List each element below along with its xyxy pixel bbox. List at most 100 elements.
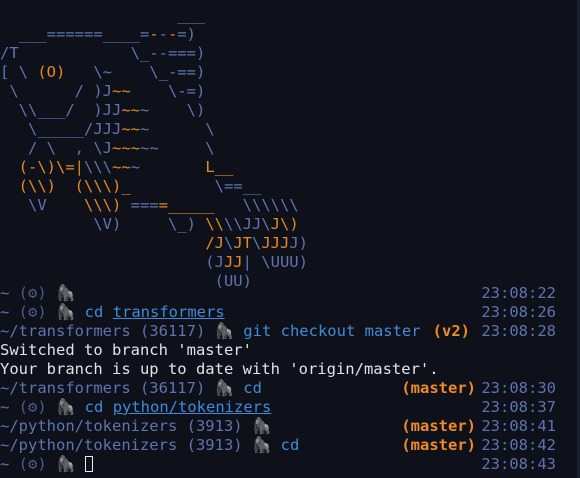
prompt-text — [271, 436, 280, 454]
home-icon: (⚙) — [18, 284, 47, 302]
prompt-text: ~ — [0, 398, 19, 416]
ascii-art-segment: J) — [289, 234, 309, 252]
prompt-text — [234, 379, 243, 397]
ascii-art-segment: \V) \_) — [0, 215, 206, 233]
ascii-art-segment: ~ \) — [140, 101, 206, 119]
ascii-art-banner: ___ ___======____=---=)/T \_--===)[ \ (O… — [0, 6, 308, 291]
ascii-art-segment: L__ — [205, 158, 234, 176]
ascii-art-segment: ~~~ — [111, 139, 140, 157]
prompt-bear-icon: 🦍 — [56, 398, 76, 416]
terminal-line: Switched to branch 'master' — [0, 341, 580, 360]
ascii-art-segment: ~ — [130, 158, 206, 176]
ascii-art-segment: - — [149, 25, 159, 43]
timestamp: 23:08:37 — [481, 398, 556, 416]
prompt-bear-icon: 🦍 — [251, 436, 272, 454]
ascii-art-segment: ~~ — [111, 82, 131, 100]
command-text: cd — [243, 379, 262, 397]
ascii-art-segment: \\\ — [84, 158, 112, 176]
prompt-text — [47, 455, 56, 473]
ascii-art-line: \V) \_) \\\\JJ\J\) — [0, 215, 308, 234]
ascii-art-segment: =_____ — [158, 196, 215, 214]
ascii-art-line: (\\) (\\\)_ \==__ — [0, 177, 308, 196]
ascii-art-line: (-\)\=|\\\~~~ L__ — [0, 158, 308, 177]
ascii-art-segment — [0, 177, 19, 195]
ascii-art-segment — [56, 177, 75, 195]
command-text: git checkout master — [243, 322, 421, 340]
command-text: cd — [84, 398, 104, 416]
ascii-art-line: /T \_--===) — [0, 44, 308, 63]
ascii-art-line: \_____/JJJ~~~ \ — [0, 120, 308, 139]
timestamp: 23:08:30 — [481, 379, 556, 397]
ascii-art-line: /J\JT\JJJJ) — [0, 234, 308, 253]
prompt-text: ~/python/tokenizers (3913) — [0, 417, 252, 435]
ascii-art-segment: \\JJ\ — [223, 215, 271, 233]
ascii-art-segment: / \ , \J — [0, 139, 112, 157]
ascii-art-segment: (J — [0, 253, 224, 271]
ascii-art-line: (JJJ| \UUU) — [0, 253, 308, 272]
home-icon: (⚙) — [18, 303, 47, 321]
prompt-bear-icon: 🦍 — [214, 322, 234, 340]
git-branch-tag: (v2) — [432, 322, 470, 340]
ascii-art-segment: J\) — [270, 215, 299, 233]
ascii-art-segment: \ / )J — [0, 82, 112, 100]
ascii-art-line: ___======____=---=) — [0, 25, 308, 44]
ascii-art-segment: ___ — [0, 6, 206, 24]
ascii-art-segment: \\ — [205, 215, 224, 233]
ascii-art-line: \V \\\) ====_____ \\\\\\ — [0, 196, 308, 215]
prompt-text: ~/transformers (36117) — [0, 379, 215, 397]
ascii-art-segment: (O) — [37, 63, 66, 81]
command-text: cd — [280, 436, 300, 454]
ascii-art-segment: JJJ — [261, 234, 290, 252]
ascii-art-segment: JJ — [223, 253, 243, 271]
ascii-art-segment: \ — [252, 234, 262, 252]
ascii-art-line: / \ , \J~~~~~ \ — [0, 139, 308, 158]
ascii-art-segment: - — [158, 25, 168, 43]
ascii-art-segment: (-\)\=| — [18, 158, 84, 176]
prompt-text — [47, 303, 56, 321]
ascii-art-segment: ___======____= — [0, 25, 150, 43]
ascii-art-segment: ~ \ — [140, 120, 215, 138]
command-text: cd — [84, 303, 104, 321]
timestamp: 23:08:22 — [481, 284, 556, 302]
ascii-art-segment: | \UUU) — [242, 253, 308, 271]
ascii-art-line: \ / )J~~ \-=) — [0, 82, 308, 101]
ascii-art-segment: \_____/JJJ — [0, 120, 122, 138]
home-icon: (⚙) — [18, 455, 47, 473]
text-cursor[interactable] — [84, 456, 93, 472]
terminal-output[interactable]: ~ (⚙) 🦍 23:08:22 ~ (⚙) 🦍 cd transformers 23… — [0, 284, 580, 474]
git-branch-tag: (master) — [401, 379, 476, 397]
prompt-text: ~/transformers (36117) — [0, 322, 215, 340]
prompt-text — [103, 398, 112, 416]
path-link[interactable]: transformers — [113, 303, 225, 321]
ascii-art-segment: /T \_--===) — [0, 44, 206, 62]
prompt-text — [75, 455, 84, 473]
ascii-art-segment: \ — [223, 234, 234, 252]
prompt-bear-icon: 🦍 — [56, 455, 76, 473]
ascii-art-segment: \~ \_-==) — [65, 63, 206, 81]
ascii-art-line: \\___/ )JJ~~~ \) — [0, 101, 308, 120]
terminal-line: ~ (⚙) 🦍 cd transformers 23:08:26 — [0, 303, 580, 322]
ascii-art-segment: =) — [177, 25, 197, 43]
timestamp: 23:08:28 — [481, 322, 556, 340]
ascii-art-segment: ~~ \ — [139, 139, 215, 157]
prompt-text — [47, 284, 56, 302]
ascii-art-segment: === — [121, 196, 159, 214]
terminal-line: ~/python/tokenizers (3913) 🦍 (master) 23:0… — [0, 417, 580, 436]
ascii-art-segment: [ \ — [0, 63, 38, 81]
ascii-art-segment: /J — [205, 234, 224, 252]
prompt-bear-icon: 🦍 — [251, 417, 272, 435]
ascii-art-segment: \\___/ )JJ — [0, 101, 122, 119]
ascii-art-segment: ~~ — [121, 101, 140, 119]
prompt-bear-icon: 🦍 — [214, 379, 234, 397]
command-output: Switched to branch 'master' — [0, 341, 252, 359]
ascii-art-segment — [0, 234, 205, 252]
prompt-text: ~ — [0, 455, 19, 473]
ascii-art-segment: ~~ — [121, 120, 140, 138]
path-link[interactable]: python/tokenizers — [113, 398, 272, 416]
terminal-line: ~ (⚙) 🦍 23:08:43 — [0, 455, 580, 474]
ascii-art-segment — [0, 158, 19, 176]
prompt-text — [234, 322, 243, 340]
ascii-art-segment: \\\) — [84, 196, 122, 214]
ascii-art-line: [ \ (O) \~ \_-==) — [0, 63, 308, 82]
ascii-art-segment: \==__ — [130, 177, 262, 195]
